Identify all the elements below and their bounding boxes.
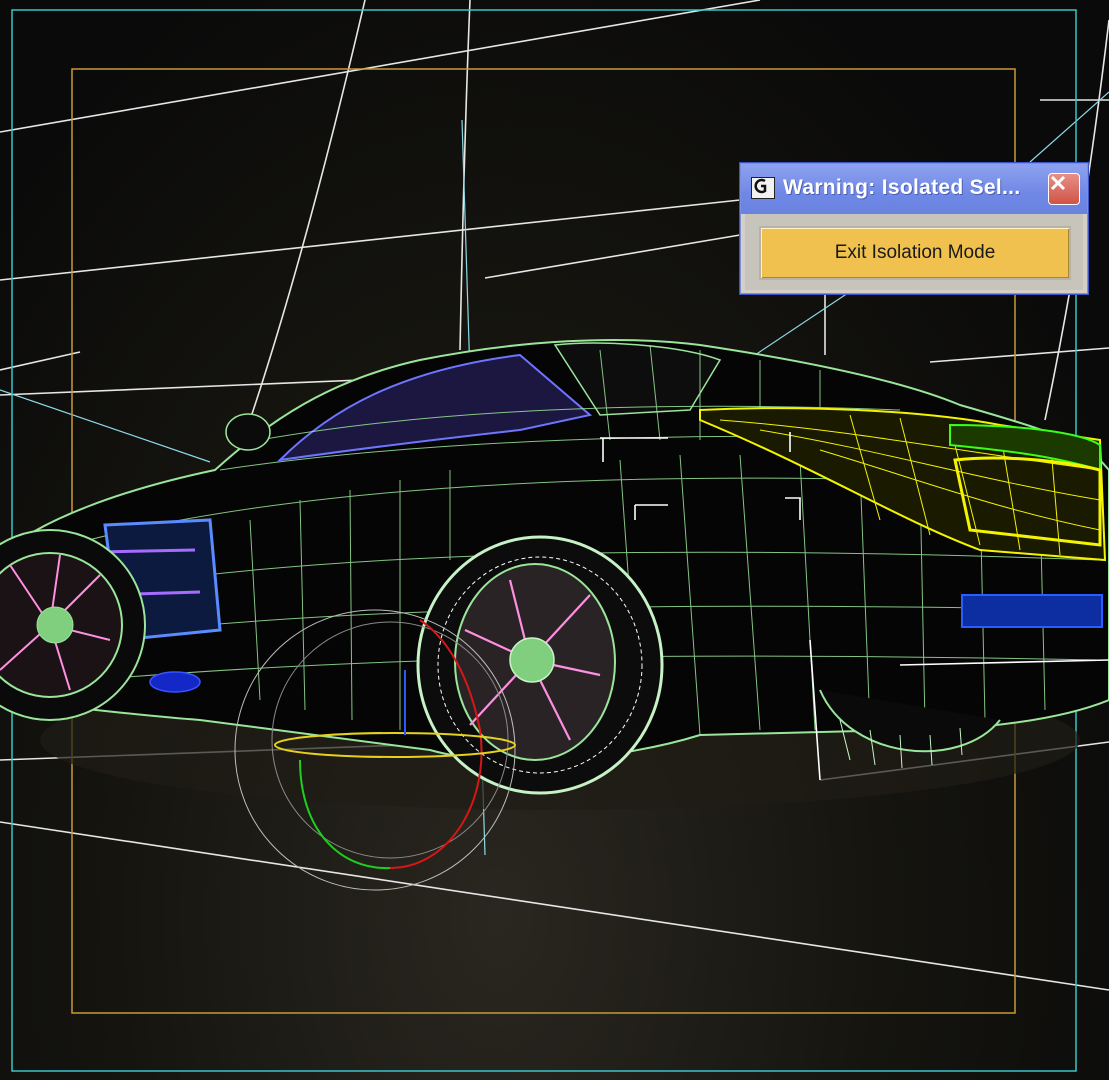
close-icon <box>1050 175 1066 191</box>
side-mirror <box>225 413 271 451</box>
viewport-scene <box>0 0 1109 1072</box>
3ds-max-app-icon <box>751 177 775 199</box>
rear-plate <box>961 594 1103 628</box>
perspective-viewport[interactable]: Warning: Isolated Sel... Exit Isolation … <box>0 0 1109 1080</box>
dialog-title: Warning: Isolated Sel... <box>783 176 1021 199</box>
isolation-warning-dialog: Warning: Isolated Sel... Exit Isolation … <box>740 163 1088 294</box>
exit-isolation-mode-button[interactable]: Exit Isolation Mode <box>759 226 1071 280</box>
dialog-body: Exit Isolation Mode <box>745 214 1083 290</box>
close-button[interactable] <box>1048 173 1080 205</box>
dialog-titlebar[interactable]: Warning: Isolated Sel... <box>741 164 1087 214</box>
